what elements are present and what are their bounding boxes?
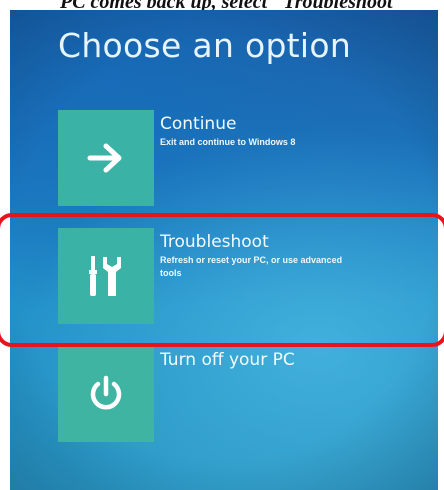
option-troubleshoot[interactable]: Troubleshoot Refresh or reset your PC, o…	[58, 228, 398, 324]
turn-off-label: Turn off your PC	[160, 350, 295, 370]
recovery-screen: Choose an option Continue Exit and conti…	[10, 10, 438, 490]
continue-description: Exit and continue to Windows 8	[160, 137, 296, 147]
troubleshoot-tile[interactable]	[58, 228, 154, 324]
turn-off-tile[interactable]	[58, 346, 154, 442]
page-title: Choose an option	[58, 26, 352, 65]
continue-label: Continue	[160, 114, 237, 134]
troubleshoot-description: Refresh or reset your PC, or use advance…	[160, 255, 343, 278]
option-turn-off[interactable]: Turn off your PC	[58, 346, 398, 442]
arrow-right-icon	[87, 143, 122, 173]
tools-icon	[89, 256, 121, 296]
option-continue[interactable]: Continue Exit and continue to Windows 8	[58, 110, 398, 206]
continue-tile[interactable]	[58, 110, 154, 206]
power-icon	[90, 375, 122, 410]
troubleshoot-label: Troubleshoot	[160, 232, 269, 252]
screenshot-frame: PC comes back up, select "Troubleshoot" …	[0, 0, 444, 490]
